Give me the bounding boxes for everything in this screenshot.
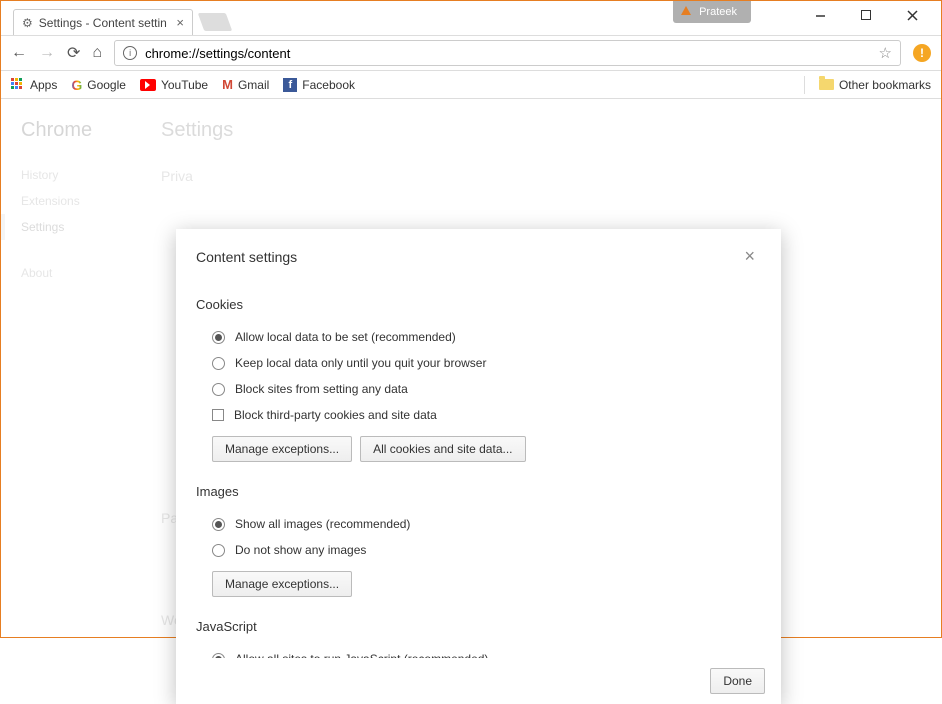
- youtube-icon: [140, 79, 156, 91]
- new-tab-button[interactable]: [198, 13, 233, 31]
- bookmark-youtube[interactable]: YouTube: [140, 78, 208, 92]
- dialog-close-icon[interactable]: ×: [738, 244, 761, 269]
- bookmark-label: Facebook: [302, 78, 355, 92]
- user-name: Prateek: [699, 6, 737, 18]
- separator: [804, 76, 805, 94]
- gmail-icon: M: [222, 77, 233, 92]
- close-window-button[interactable]: [889, 1, 935, 29]
- radio-icon: [212, 518, 225, 531]
- radio-icon: [212, 653, 225, 659]
- bookmark-facebook[interactable]: f Facebook: [283, 78, 355, 92]
- tab-settings[interactable]: ⚙ Settings - Content settin ×: [13, 9, 193, 35]
- cookies-manage-exceptions-button[interactable]: Manage exceptions...: [212, 436, 352, 462]
- js-heading: JavaScript: [196, 619, 761, 634]
- bookmark-google[interactable]: G Google: [71, 77, 126, 93]
- radio-icon: [212, 544, 225, 557]
- bookmark-label: Gmail: [238, 78, 269, 92]
- done-button[interactable]: Done: [710, 668, 765, 694]
- folder-icon: [819, 79, 834, 90]
- images-opt-show[interactable]: Show all images (recommended): [196, 511, 761, 537]
- bookmark-label: Other bookmarks: [839, 78, 931, 92]
- gear-icon: ⚙: [22, 16, 33, 30]
- forward-button[interactable]: →: [39, 44, 55, 62]
- other-bookmarks[interactable]: Other bookmarks: [819, 78, 931, 92]
- cookies-opt-session[interactable]: Keep local data only until you quit your…: [196, 350, 761, 376]
- url-input[interactable]: [145, 46, 870, 61]
- bookmark-label: YouTube: [161, 78, 208, 92]
- opt-label: Allow all sites to run JavaScript (recom…: [235, 652, 488, 658]
- images-manage-exceptions-button[interactable]: Manage exceptions...: [212, 571, 352, 597]
- minimize-button[interactable]: [797, 1, 843, 29]
- bookmarks-bar: Apps G Google YouTube M Gmail f Facebook Ot…: [1, 71, 941, 99]
- cookies-heading: Cookies: [196, 297, 761, 312]
- address-bar[interactable]: i ☆: [114, 40, 901, 66]
- apps-grid-icon: [11, 78, 25, 92]
- opt-label: Block third-party cookies and site data: [234, 408, 437, 422]
- alert-badge-icon[interactable]: !: [913, 44, 931, 62]
- apps-shortcut[interactable]: Apps: [11, 78, 57, 92]
- content-settings-dialog: Content settings × Cookies Allow local d…: [176, 229, 781, 704]
- facebook-icon: f: [283, 78, 297, 92]
- js-opt-allow[interactable]: Allow all sites to run JavaScript (recom…: [196, 646, 761, 658]
- opt-label: Block sites from setting any data: [235, 382, 408, 396]
- radio-icon: [212, 383, 225, 396]
- reload-button[interactable]: ⟳: [67, 43, 80, 63]
- google-icon: G: [71, 77, 82, 93]
- dialog-title: Content settings: [196, 249, 738, 265]
- opt-label: Allow local data to be set (recommended): [235, 330, 456, 344]
- user-chip[interactable]: Prateek: [673, 1, 751, 23]
- bookmark-star-icon[interactable]: ☆: [879, 44, 892, 62]
- tab-close-icon[interactable]: ×: [176, 15, 184, 30]
- bookmark-label: Google: [87, 78, 126, 92]
- cookies-opt-thirdparty[interactable]: Block third-party cookies and site data: [196, 402, 761, 428]
- images-opt-hide[interactable]: Do not show any images: [196, 537, 761, 563]
- cookies-opt-allow[interactable]: Allow local data to be set (recommended): [196, 324, 761, 350]
- back-button[interactable]: ←: [11, 44, 27, 62]
- opt-label: Show all images (recommended): [235, 517, 410, 531]
- cookies-opt-block[interactable]: Block sites from setting any data: [196, 376, 761, 402]
- opt-label: Do not show any images: [235, 543, 366, 557]
- home-button[interactable]: ⌂: [92, 44, 102, 62]
- apps-label: Apps: [30, 78, 57, 92]
- radio-icon: [212, 357, 225, 370]
- maximize-button[interactable]: [843, 1, 889, 29]
- checkbox-icon: [212, 409, 224, 421]
- info-icon[interactable]: i: [123, 46, 137, 60]
- opt-label: Keep local data only until you quit your…: [235, 356, 486, 370]
- dialog-body[interactable]: Cookies Allow local data to be set (reco…: [176, 279, 781, 658]
- images-heading: Images: [196, 484, 761, 499]
- radio-icon: [212, 331, 225, 344]
- cookies-all-data-button[interactable]: All cookies and site data...: [360, 436, 525, 462]
- bookmark-gmail[interactable]: M Gmail: [222, 77, 269, 92]
- tab-title: Settings - Content settin: [39, 16, 167, 30]
- toolbar: ← → ⟳ ⌂ i ☆ !: [1, 35, 941, 71]
